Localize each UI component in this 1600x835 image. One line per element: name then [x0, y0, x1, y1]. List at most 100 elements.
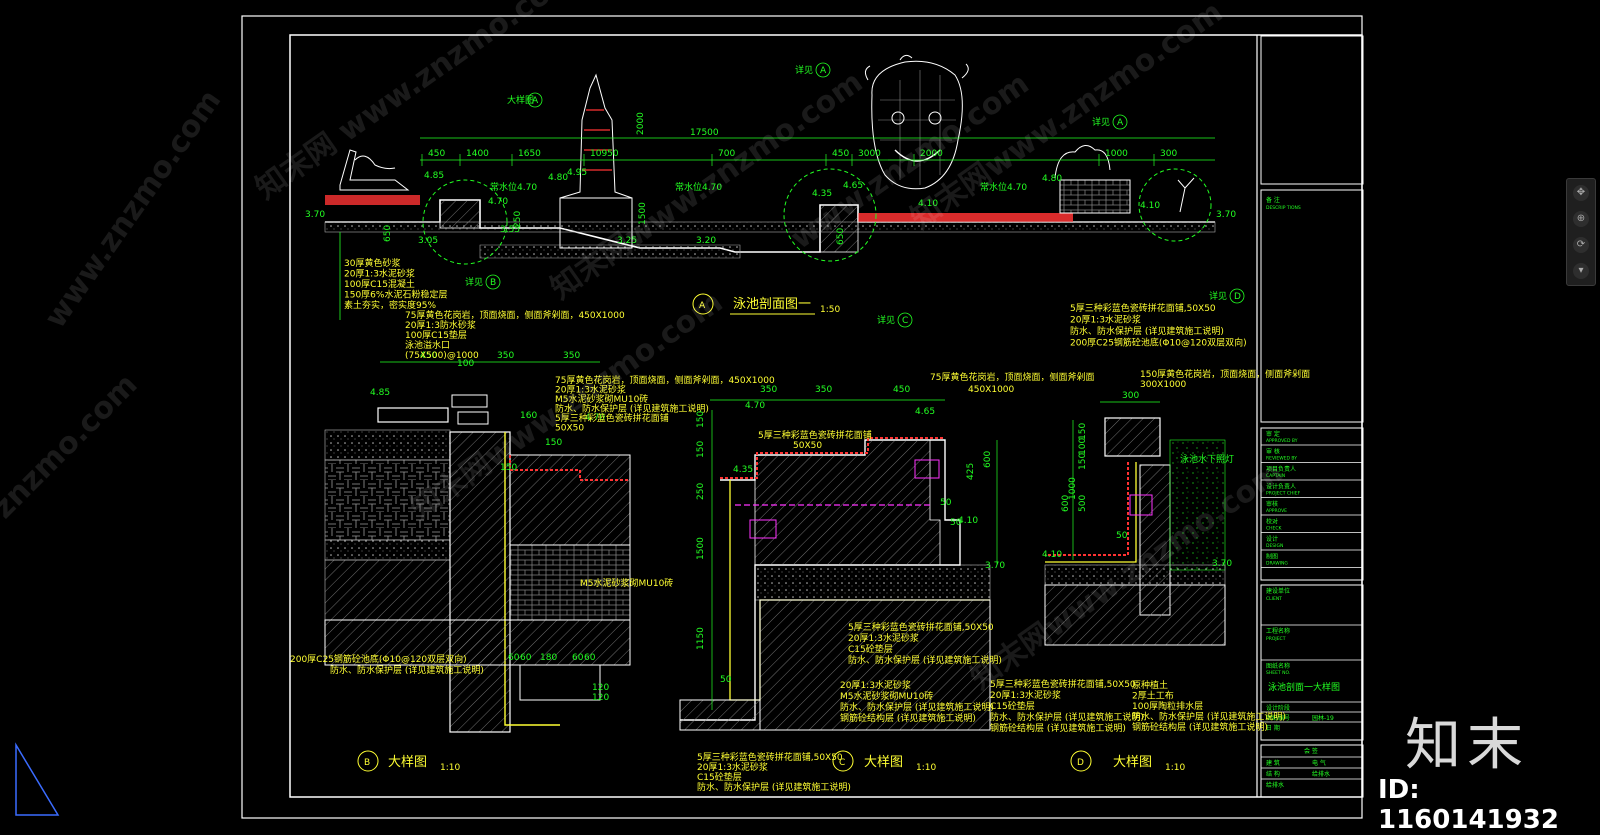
construction-note: M5水泥砂浆砌MU10砖 — [580, 577, 673, 589]
shrub — [1054, 145, 1111, 179]
dim-label: 4.35 — [733, 465, 753, 475]
orbit-icon[interactable]: ⟳ — [1573, 237, 1589, 253]
watermark: www.znzmo.com — [38, 84, 228, 335]
dim-label: 50 — [720, 675, 732, 685]
construction-note: 2厚土工布 — [1132, 690, 1174, 702]
callout-letter: A — [820, 66, 827, 76]
c-gravel — [754, 564, 991, 601]
callout-letter: D — [1234, 292, 1241, 302]
detail-c-marker: C — [839, 758, 845, 768]
construction-note: 防水、防水保护层 (详见建筑施工说明) — [697, 781, 851, 793]
construction-note: 钢筋砼结构层 (详见建筑施工说明) — [990, 722, 1126, 734]
tb-approval-cn: 校对 — [1266, 518, 1278, 526]
dim-label: 180 — [540, 653, 557, 663]
dim-label: 50 — [950, 518, 962, 528]
tb-project-label: 工程名称 — [1266, 627, 1290, 635]
planter-box — [1059, 179, 1131, 214]
d-waterproof — [1045, 462, 1137, 563]
construction-note: 防水、防水保护层 (详见建筑施工说明) — [840, 701, 994, 713]
level-mark: 3.70 — [305, 210, 325, 220]
view-controls[interactable]: ✥ ⊕ ⟳ ▾ — [1566, 178, 1596, 286]
watermark: 知末网www.znzmo.com — [965, 455, 1290, 697]
detail-b-marker: B — [364, 758, 370, 768]
tb-approval-cn: 审 定 — [1266, 430, 1280, 438]
tb-approval-en: CHECK — [1266, 526, 1283, 532]
lounge-chair — [339, 149, 410, 191]
construction-note: 150厚6%水泥石粉稳定层 — [344, 289, 447, 301]
b-overflow-2 — [457, 411, 489, 425]
pool-wall-left — [439, 199, 481, 229]
detail-d-scale: 1:10 — [1165, 763, 1185, 773]
id-label: ID: 1160141932 — [1378, 775, 1559, 835]
level-mark: 4.85 — [424, 171, 444, 181]
tb-client-label: 建设单位 — [1266, 587, 1290, 595]
dim-small: 650 — [383, 225, 393, 242]
tb-project-en: PROJECT — [1266, 636, 1286, 642]
construction-note: 20厚1:3水泥砂浆 — [848, 632, 919, 644]
construction-note: 100厚C15垫层 — [405, 329, 467, 341]
tb-approval-cn: 审核 — [1266, 500, 1278, 508]
construction-note: 450X1000 — [968, 385, 1015, 395]
construction-note: 200厚C25钢筋砼池底(Φ10@120双层双向) — [290, 653, 467, 665]
dim-label: 50 — [1116, 531, 1128, 541]
detail-c-scale: 1:10 — [916, 763, 936, 773]
detail-b-scale: 1:10 — [440, 763, 460, 773]
more-icon[interactable]: ▾ — [1573, 263, 1589, 279]
b-trench — [519, 665, 601, 701]
dim-label: 120 — [592, 683, 609, 693]
deck-paving — [325, 195, 420, 205]
callout-text: 详见 — [877, 314, 895, 326]
zoom-icon[interactable]: ⊕ — [1573, 211, 1589, 227]
construction-note: 300X1000 — [1140, 380, 1187, 390]
dim-label: 425 — [966, 463, 976, 480]
dim-label: 50 — [940, 498, 952, 508]
construction-note: 50X50 — [793, 441, 822, 451]
callout-text: 详见 — [795, 64, 813, 76]
detail-d-marker: D — [1077, 758, 1084, 768]
ucs-icon — [15, 742, 60, 816]
dim-label: 60 — [520, 653, 532, 663]
dim-label: 4.10 — [1042, 550, 1062, 560]
detail-b-title: 大样图 — [388, 755, 427, 770]
dim-label: 250 — [696, 483, 706, 500]
construction-note: 150厚黄色花岗岩，顶面烧面，侧面斧剁面 — [1140, 368, 1310, 380]
b-soil — [324, 559, 451, 621]
level-mark: 3.70 — [1216, 210, 1236, 220]
dim-label: 150 — [1078, 453, 1088, 470]
tb-notes-box — [1260, 189, 1364, 423]
pan-icon[interactable]: ✥ — [1573, 185, 1589, 201]
level-mark: 4.80 — [548, 173, 568, 183]
dim-label: 350 — [497, 351, 514, 361]
water-level-label: 常水位4.70 — [490, 181, 537, 193]
lounging-figure — [354, 155, 396, 170]
tb-approval-en: DRAWING — [1266, 561, 1288, 567]
callout-letter: B — [490, 278, 496, 288]
construction-note: 5厚三种彩蓝色瓷砖拼花面铺,50X50 — [848, 621, 994, 633]
b-base — [324, 539, 451, 561]
callout-text: 详见 — [1209, 290, 1227, 302]
construction-note: 素土夯实，密实度95% — [344, 299, 436, 311]
construction-note: 100厚C15混凝土 — [344, 278, 415, 290]
tb-client-en: CLIENT — [1266, 596, 1282, 602]
b-coping-stone — [377, 407, 449, 423]
tb-drawing-en: SHEET NO. — [1266, 670, 1290, 676]
construction-note: 20厚1:3防水砂浆 — [405, 319, 476, 331]
tb-approval-en: APPROVE — [1266, 508, 1287, 514]
light-label: 泳池水下照灯 — [1180, 453, 1234, 465]
tb-sign-a: 给排水 — [1266, 781, 1284, 789]
tb-sign-b: 电 气 — [1312, 759, 1326, 767]
dim-label: 1150 — [696, 627, 706, 650]
level-mark: 4.70 — [488, 197, 508, 207]
tb-approval-en: DESIGN — [1266, 543, 1283, 549]
b-gravel-top — [324, 429, 451, 461]
tb-notes-label: 备 注 — [1266, 196, 1280, 204]
dim-label: 60 — [584, 653, 596, 663]
detail-d-title: 大样图 — [1113, 755, 1152, 770]
construction-note: 100厚陶粒排水层 — [1132, 700, 1203, 712]
construction-note: (75X500)@1000 — [405, 351, 479, 361]
tb-drawing-name: 泳池剖面一大样图 — [1268, 681, 1340, 693]
tb-sheet-row-b: 园林-19 — [1312, 714, 1334, 722]
tb-approval-cn: 设计 — [1266, 535, 1278, 543]
dim-label: 120 — [592, 693, 609, 703]
callout-letter: A — [1117, 118, 1124, 128]
